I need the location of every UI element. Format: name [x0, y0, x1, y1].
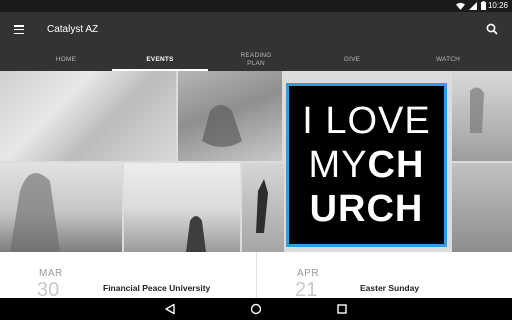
home-icon[interactable]: [250, 303, 262, 315]
status-time: 10:26: [487, 1, 508, 10]
search-icon[interactable]: [486, 23, 498, 35]
tab-watch[interactable]: WATCH: [400, 48, 496, 71]
event-item[interactable]: APR 21 Easter Sunday: [256, 252, 512, 298]
hero-banner[interactable]: I LOVE MYCH URCH: [0, 71, 512, 252]
card-line-2-bold: CH: [367, 144, 425, 186]
recents-icon[interactable]: [336, 303, 348, 315]
status-icons: [456, 1, 486, 10]
event-month: APR: [297, 268, 320, 279]
event-list: MAR 30 Financial Peace University APR 21…: [0, 252, 512, 298]
tab-events[interactable]: EVENTS: [112, 48, 208, 71]
tab-reading-plan-label: READING PLAN: [240, 51, 272, 67]
event-name: Easter Sunday: [360, 283, 420, 293]
card-line-1: I LOVE: [302, 100, 431, 142]
tab-reading-plan[interactable]: READING PLAN: [208, 48, 304, 71]
tab-give[interactable]: GIVE: [304, 48, 400, 71]
event-day: 30: [37, 279, 60, 298]
card-line-2: MYCH: [289, 146, 444, 184]
tab-bar: HOME EVENTS READING PLAN GIVE WATCH: [18, 48, 494, 71]
i-love-my-church-card: I LOVE MYCH URCH: [286, 83, 447, 247]
menu-icon[interactable]: [14, 25, 24, 35]
card-line-3: URCH: [309, 188, 424, 230]
tab-home[interactable]: HOME: [18, 48, 114, 71]
navigation-bar: [0, 298, 512, 320]
card-line-2-light: MY: [308, 144, 368, 186]
battery-icon: [481, 1, 486, 10]
event-day: 21: [295, 279, 318, 298]
wifi-icon: [456, 2, 465, 10]
event-month: MAR: [39, 268, 63, 279]
status-bar: 10:26: [0, 0, 512, 12]
signal-icon: [469, 1, 477, 10]
back-icon[interactable]: [164, 303, 176, 315]
app-bar: Catalyst AZ HOME EVENTS READING PLAN GIV…: [0, 12, 512, 71]
event-name: Financial Peace University: [103, 283, 211, 293]
app-title: Catalyst AZ: [47, 24, 99, 35]
event-item[interactable]: MAR 30 Financial Peace University: [0, 252, 255, 298]
